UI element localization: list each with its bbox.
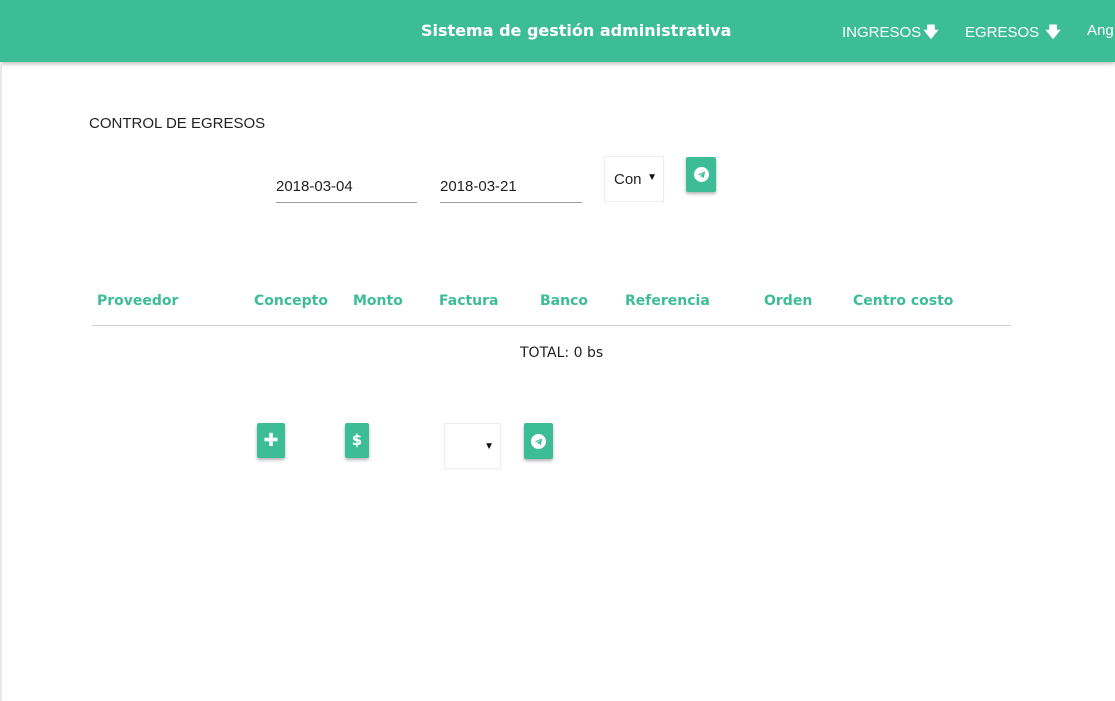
table-divider [92, 325, 1011, 326]
nav-egresos-label: EGRESOS [965, 24, 1040, 41]
total-label: TOTAL: 0 bs [520, 345, 604, 361]
caret-down-icon: ▼ [647, 172, 657, 183]
nav-ingresos-label: INGRESOS [842, 24, 922, 41]
pay-button[interactable]: $ [345, 423, 369, 458]
left-border [0, 62, 2, 701]
col-orden: Orden [764, 293, 813, 309]
add-button[interactable]: ✚ [257, 423, 285, 458]
col-factura: Factura [439, 293, 499, 309]
telegram-icon [693, 167, 709, 182]
col-monto: Monto [353, 293, 403, 309]
action-select[interactable]: ▼ [444, 423, 501, 469]
col-centro-costo: Centro costo [853, 293, 954, 309]
arrow-down-icon: 🡇 [923, 24, 939, 41]
date-to-input[interactable] [440, 170, 582, 203]
top-navbar: Sistema de gestión administrativa INGRES… [0, 0, 1115, 62]
col-referencia: Referencia [625, 293, 710, 309]
filter-submit-button[interactable] [686, 157, 716, 192]
action-submit-button[interactable] [524, 423, 553, 459]
telegram-icon [531, 433, 546, 449]
col-proveedor: Proveedor [97, 293, 179, 309]
col-concepto: Concepto [254, 293, 328, 309]
app-title: Sistema de gestión administrativa [421, 21, 732, 40]
dollar-icon: $ [351, 431, 363, 449]
nav-user[interactable]: Ang [1087, 22, 1114, 39]
page-title: CONTROL DE EGRESOS [89, 115, 266, 132]
nav-user-label: Ang [1087, 22, 1114, 39]
filter-select[interactable]: Con ▼ [604, 156, 664, 202]
date-from-input[interactable] [276, 170, 417, 203]
plus-icon: ✚ [263, 429, 279, 451]
arrow-down-icon: 🡇 [1045, 24, 1061, 41]
nav-egresos[interactable]: EGRESOS 🡇 [965, 22, 1061, 47]
nav-ingresos[interactable]: INGRESOS 🡇 [842, 22, 939, 47]
filter-select-value: Con [614, 171, 642, 188]
caret-down-icon: ▼ [484, 441, 494, 452]
col-banco: Banco [540, 293, 589, 309]
